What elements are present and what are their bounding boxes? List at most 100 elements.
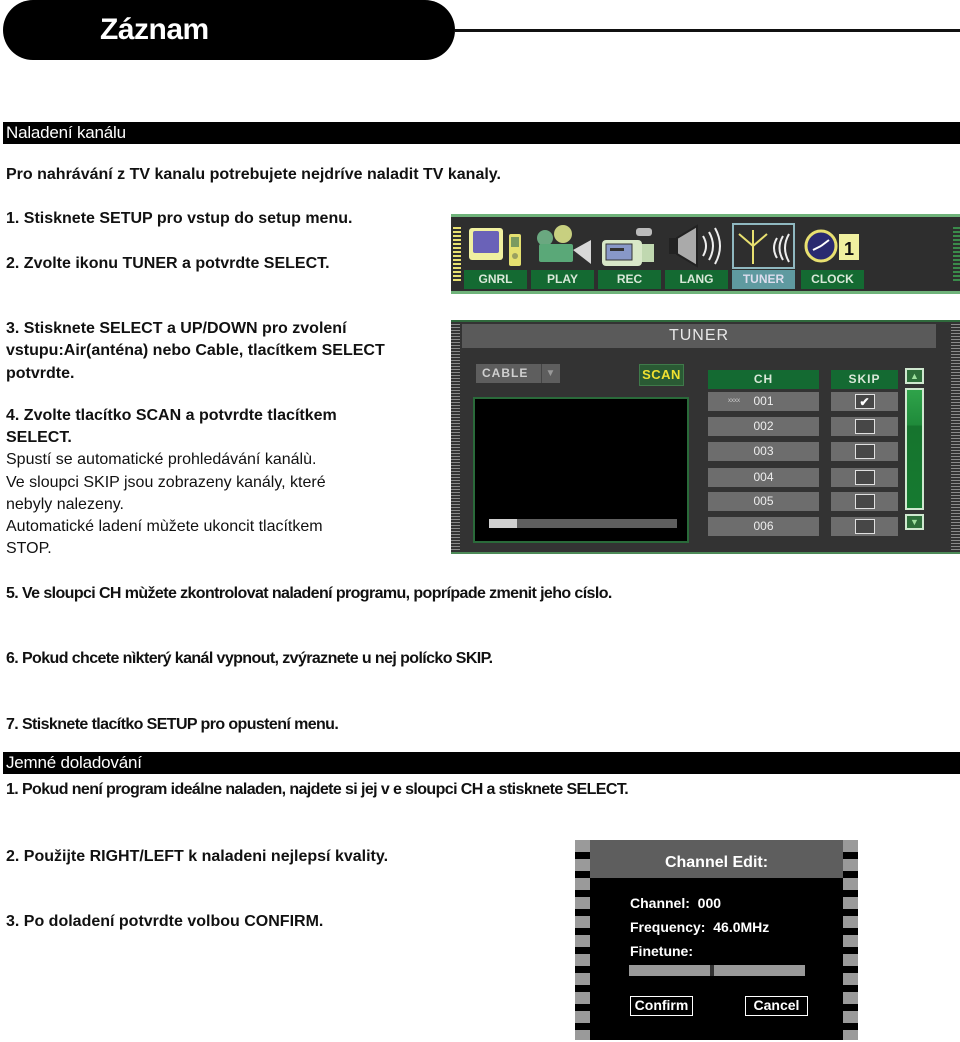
channel-edit-title: Channel Edit: <box>590 840 843 878</box>
chevron-down-icon[interactable]: ▼ <box>541 364 560 383</box>
tv-preview-screen <box>473 397 689 543</box>
cancel-button[interactable]: Cancel <box>745 996 808 1016</box>
finetune-slider-handle[interactable] <box>709 965 714 976</box>
menu-item-rec[interactable]: REC <box>598 221 661 289</box>
channel-number-cell[interactable]: 004 <box>708 468 819 487</box>
channel-number-cell[interactable]: 003 <box>708 442 819 461</box>
menu-ribbon-right <box>953 227 960 281</box>
step-3-line-2: vstupu:Air(anténa) nebo Cable, tlacítkem… <box>6 342 385 359</box>
checkmark-icon: ✔ <box>859 394 870 409</box>
step-3-line-1: 3. Stisknete SELECT a UP/DOWN pro zvolen… <box>6 320 347 337</box>
channel-edit-dialog: Channel Edit: Channel: 000 Frequency: 46… <box>575 840 858 1040</box>
tuner-title: TUNER <box>462 324 936 348</box>
skip-cell: ✔ <box>831 392 898 411</box>
speaker-icon <box>665 223 728 269</box>
skip-checkbox[interactable] <box>854 444 875 459</box>
step-6: 6. Pokud chcete nìkterý kanál vypnout, z… <box>6 650 493 667</box>
channel-number: 001 <box>753 394 774 408</box>
skip-checkbox[interactable] <box>854 519 875 534</box>
skip-cell <box>831 468 898 487</box>
frequency-row: Frequency: 46.0MHz <box>630 919 769 935</box>
step-4-line-1: 4. Zvolte tlacítko SCAN a potvrdte tlací… <box>6 407 337 424</box>
step-4-line-2: SELECT. <box>6 429 72 446</box>
dialog-ribbon-right <box>843 840 858 1040</box>
menu-ribbon-left <box>453 227 461 281</box>
channel-number-cell[interactable]: 005 <box>708 492 819 511</box>
ch-column-header: CH <box>708 370 819 389</box>
channel-number-cell[interactable]: xxxx 001 <box>708 392 819 411</box>
frequency-label: Frequency: <box>630 919 706 935</box>
channel-number: 006 <box>753 519 774 533</box>
scroll-down-arrow-icon[interactable]: ▼ <box>905 514 924 530</box>
skip-cell <box>831 417 898 436</box>
channel-number-cell[interactable]: 006 <box>708 517 819 536</box>
tuner-ribbon-right <box>951 324 960 550</box>
skip-column-header: SKIP <box>831 370 898 389</box>
menu-label-tuner: TUNER <box>732 270 795 289</box>
dialog-ribbon-left <box>575 840 590 1040</box>
menu-item-play[interactable]: PLAY <box>531 221 594 289</box>
skip-checkbox[interactable] <box>854 419 875 434</box>
channel-number-cell[interactable]: 002 <box>708 417 819 436</box>
menu-label-play: PLAY <box>531 270 594 289</box>
channel-row: Channel: 000 <box>630 895 721 911</box>
menu-item-clock[interactable]: 1 CLOCK <box>801 221 864 289</box>
skip-checkbox[interactable]: ✔ <box>854 394 875 409</box>
source-value: CABLE <box>482 366 529 380</box>
svg-text:1: 1 <box>843 239 853 259</box>
step-3-line-3: potvrdte. <box>6 365 75 382</box>
projector-icon <box>531 223 594 269</box>
scroll-up-arrow-icon[interactable]: ▲ <box>905 368 924 384</box>
title-divider <box>455 29 960 32</box>
scan-progress-fill <box>489 519 518 528</box>
menu-item-tuner[interactable]: TUNER <box>732 221 795 289</box>
step-4-note-5: STOP. <box>6 540 52 557</box>
chapter-title: Záznam <box>100 13 209 46</box>
channel-number: 005 <box>753 494 774 508</box>
skip-cell <box>831 492 898 511</box>
finetune-label: Finetune: <box>630 943 693 959</box>
step-4-note-2: Ve sloupci SKIP jsou zobrazeny kanály, k… <box>6 474 326 491</box>
skip-checkbox[interactable] <box>854 470 875 485</box>
channel-value: 000 <box>697 895 722 911</box>
channel-marker: xxxx <box>728 398 740 404</box>
step-1: 1. Stisknete SETUP pro vstup do setup me… <box>6 210 353 227</box>
clock-calendar-icon: 1 <box>801 223 864 269</box>
fine-step-1: 1. Pokud není program ideálne naladen, n… <box>6 781 629 798</box>
step-4-note-1: Spustí se automatické prohledávání kanál… <box>6 451 317 468</box>
channel-scrollbar[interactable] <box>905 388 924 510</box>
channel-number: 004 <box>753 470 774 484</box>
step-4-note-4: Automatické ladení mùžete ukoncit tlacít… <box>6 518 323 535</box>
step-2: 2. Zvolte ikonu TUNER a potvrdte SELECT. <box>6 255 330 272</box>
scan-progress-bar <box>489 519 677 528</box>
setup-menu-bar: GNRL PLAY REC LANG TUNER 1 CLOCK <box>451 214 960 294</box>
channel-label: Channel: <box>630 895 690 911</box>
step-4-note-3: nebyly nalezeny. <box>6 496 124 513</box>
tuner-ribbon-left <box>451 324 460 550</box>
fine-step-2: 2. Použijte RIGHT/LEFT k naladeni nejlep… <box>6 848 389 865</box>
skip-cell <box>831 517 898 536</box>
menu-label-lang: LANG <box>665 270 728 289</box>
frequency-value: 46.0MHz <box>713 919 770 935</box>
skip-cell <box>831 442 898 461</box>
channel-number: 003 <box>753 444 774 458</box>
step-7: 7. Stisknete tlacítko SETUP pro opustení… <box>6 716 339 733</box>
confirm-button[interactable]: Confirm <box>630 996 693 1016</box>
menu-item-gnrl[interactable]: GNRL <box>464 221 527 289</box>
tv-remote-icon <box>464 223 527 269</box>
tuner-panel: TUNER CABLE ▼ SCAN CH SKIP xxxx 001 ✔ 002 00… <box>451 320 960 554</box>
step-5: 5. Ve sloupci CH mùžete zkontrolovat nal… <box>6 585 612 602</box>
menu-item-lang[interactable]: LANG <box>665 221 728 289</box>
channel-number: 002 <box>753 419 774 433</box>
intro-text: Pro nahrávání z TV kanalu potrebujete ne… <box>6 166 501 183</box>
source-select[interactable]: CABLE ▼ <box>476 364 560 383</box>
antenna-icon <box>732 223 795 269</box>
fine-step-3: 3. Po doladení potvrdte volbou CONFIRM. <box>6 913 324 930</box>
menu-label-rec: REC <box>598 270 661 289</box>
finetune-slider[interactable] <box>629 965 805 976</box>
section-heading-fine-tuning: Jemné doladování <box>3 752 960 774</box>
camcorder-icon <box>598 223 661 269</box>
menu-label-clock: CLOCK <box>801 270 864 289</box>
scan-button[interactable]: SCAN <box>639 364 684 386</box>
skip-checkbox[interactable] <box>854 494 875 509</box>
